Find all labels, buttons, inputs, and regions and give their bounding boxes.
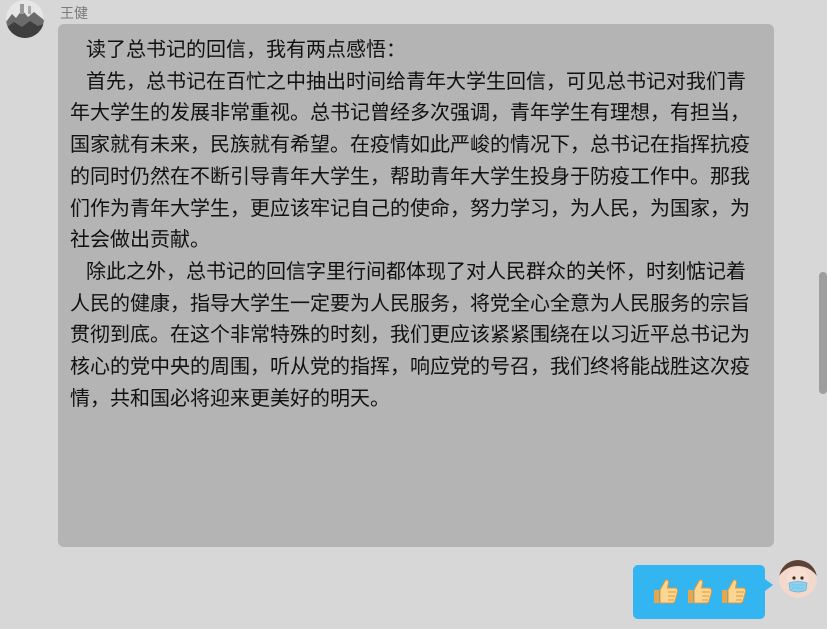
message-paragraph: 除此之外，总书记的回信字里行间都体现了对人民群众的关怀，时刻惦记着人民的健康，指… [70,258,750,410]
message-paragraph: 首先，总书记在百忙之中抽出时间给青年大学生回信，可见总书记对我们青年大学生的发展… [70,68,750,252]
sender-avatar[interactable] [6,0,44,38]
thumbs-up-icon [688,579,713,604]
reply-bubble[interactable] [633,565,773,619]
sender-name: 王健 [60,6,88,22]
thumbs-up-icon [722,579,747,604]
thumbs-up-icon [654,579,679,604]
message-paragraph: 读了总书记的回信，我有两点感悟： [86,37,406,61]
message-bubble[interactable]: 读了总书记的回信，我有两点感悟： 首先，总书记在百忙之中抽出时间给青年大学生回信… [58,24,774,547]
user-avatar[interactable] [779,560,817,598]
scrollbar-thumb[interactable] [819,272,827,394]
